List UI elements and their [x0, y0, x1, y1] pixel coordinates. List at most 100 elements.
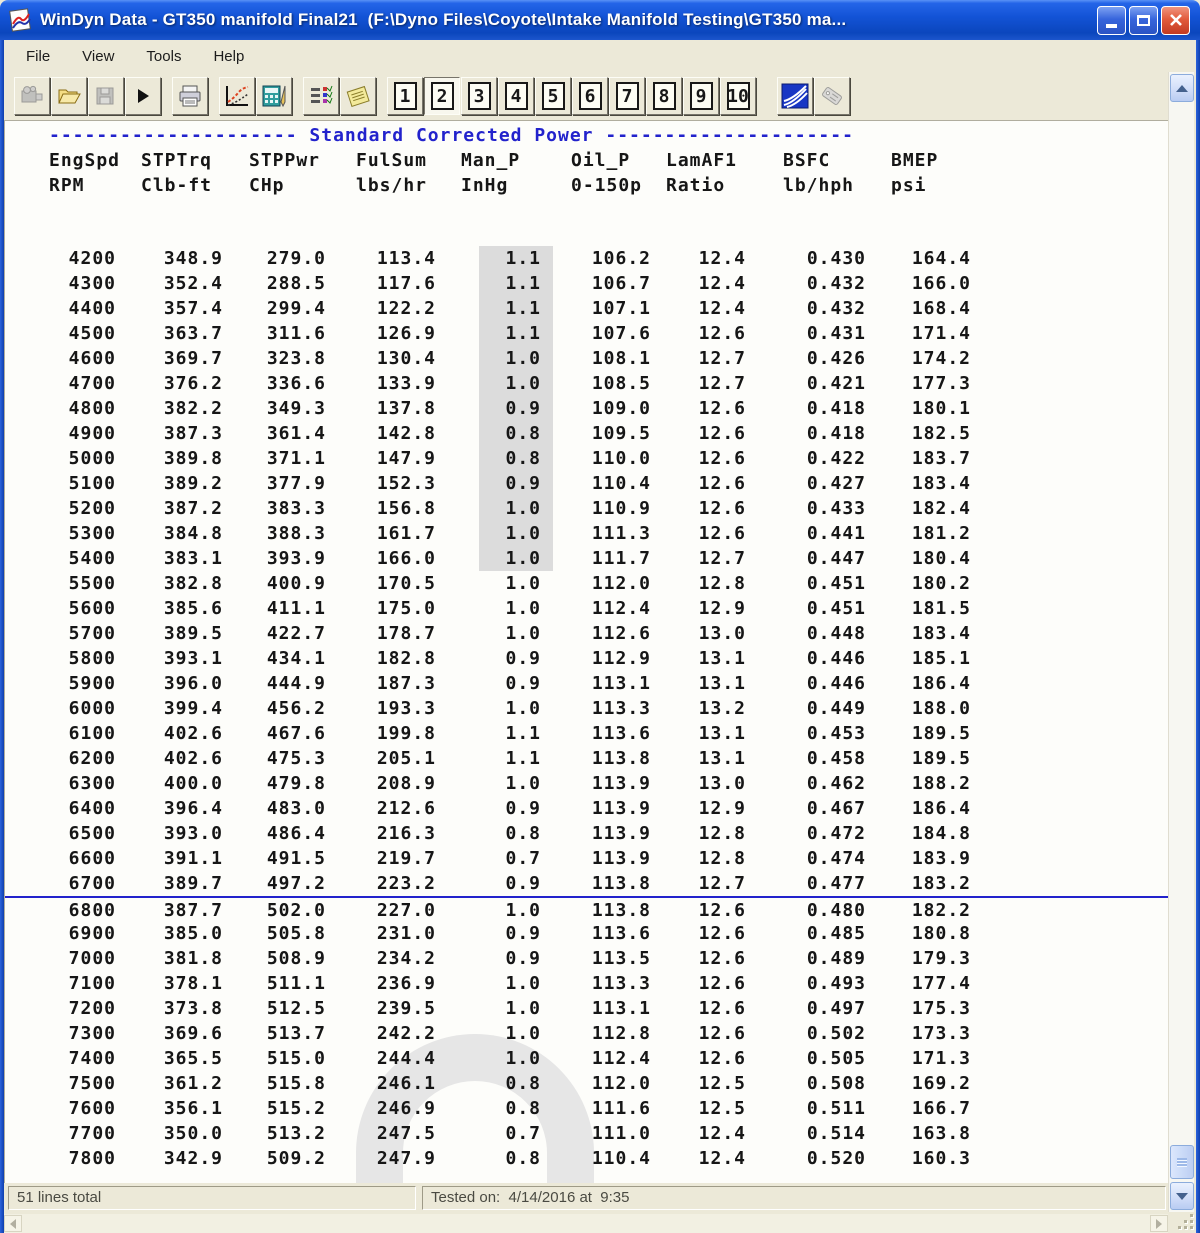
page-button-8[interactable]: 8: [646, 77, 682, 115]
table-row-5300[interactable]: 5300 384.8 388.3 161.7 1.0 111.3 12.6 0.441 181.…: [5, 521, 1168, 546]
scroll-right-button[interactable]: [1150, 1215, 1168, 1232]
table-row-5700[interactable]: 5700 389.5 422.7 178.7 1.0 112.6 13.0 0.448 183.…: [5, 621, 1168, 646]
menu-help[interactable]: Help: [201, 44, 256, 69]
tag-button[interactable]: [814, 77, 850, 115]
table-row-6100[interactable]: 6100 402.6 467.6 199.8 1.1 113.6 13.1 0.453 189.…: [5, 721, 1168, 746]
table-row-4400[interactable]: 4400 357.4 299.4 122.2 1.1 107.1 12.4 0.432 168.…: [5, 296, 1168, 321]
page-button-7[interactable]: 7: [609, 77, 645, 115]
table-row-7400[interactable]: 7400 365.5 515.0 244.4 1.0 112.4 12.6 0.505 171.…: [5, 1046, 1168, 1071]
notes-button[interactable]: [340, 77, 376, 115]
table-row-5600[interactable]: 5600 385.6 411.1 175.0 1.0 112.4 12.9 0.451 181.…: [5, 596, 1168, 621]
cell-Man_P: 1.0: [505, 598, 541, 619]
page-button-4[interactable]: 4: [498, 77, 534, 115]
table-row-5400[interactable]: 5400 383.1 393.9 166.0 1.0 111.7 12.7 0.447 180.…: [5, 546, 1168, 571]
table-row-7300[interactable]: 7300 369.6 513.7 242.2 1.0 112.8 12.6 0.502 173.…: [5, 1021, 1168, 1046]
new-test-button[interactable]: [14, 77, 50, 115]
vertical-scroll-thumb[interactable]: [1170, 1145, 1194, 1179]
cell-BMEP: 189.5: [911, 723, 971, 744]
cell-FulSum: 178.7: [376, 623, 436, 644]
superflow-graph-button[interactable]: [777, 77, 813, 115]
table-row-4700[interactable]: 4700 376.2 336.6 133.9 1.0 108.5 12.7 0.421 177.…: [5, 371, 1168, 396]
cell-EngSpd: 4900: [68, 423, 116, 444]
close-button[interactable]: [1161, 5, 1190, 35]
table-row-6900[interactable]: 6900 385.0 505.8 231.0 0.9 113.6 12.6 0.485 180.…: [5, 921, 1168, 946]
menu-view[interactable]: View: [70, 44, 126, 69]
table-row-7600[interactable]: 7600 356.1 515.2 246.9 0.8 111.6 12.5 0.511 166.…: [5, 1096, 1168, 1121]
cell-STPPwr: 467.6: [266, 723, 326, 744]
page-button-10[interactable]: 10: [720, 77, 756, 115]
menu-tools[interactable]: Tools: [134, 44, 193, 69]
run-button[interactable]: [125, 77, 161, 115]
cell-FulSum: 193.3: [376, 698, 436, 719]
table-row-6600[interactable]: 6600 391.1 491.5 219.7 0.7 113.9 12.8 0.474 183.…: [5, 846, 1168, 871]
edit-data-button[interactable]: [256, 77, 292, 115]
table-row-6300[interactable]: 6300 400.0 479.8 208.9 1.0 113.9 13.0 0.462 188.…: [5, 771, 1168, 796]
table-row-5800[interactable]: 5800 393.1 434.1 182.8 0.9 112.9 13.1 0.446 185.…: [5, 646, 1168, 671]
print-button[interactable]: [172, 77, 208, 115]
graph-button[interactable]: [219, 77, 255, 115]
vertical-scrollbar[interactable]: [1168, 72, 1194, 1212]
table-row-4900[interactable]: 4900 387.3 361.4 142.8 0.8 109.5 12.6 0.418 182.…: [5, 421, 1168, 446]
table-row-6400[interactable]: 6400 396.4 483.0 212.6 0.9 113.9 12.9 0.467 186.…: [5, 796, 1168, 821]
test-list-button[interactable]: [303, 77, 339, 115]
cell-BSFC: 0.458: [806, 748, 866, 769]
page-button-1[interactable]: 1: [387, 77, 423, 115]
table-row-6500[interactable]: 6500 393.0 486.4 216.3 0.8 113.9 12.8 0.472 184.…: [5, 821, 1168, 846]
table-row-4600[interactable]: 4600 369.7 323.8 130.4 1.0 108.1 12.7 0.426 174.…: [5, 346, 1168, 371]
table-row-6000[interactable]: 6000 399.4 456.2 193.3 1.0 113.3 13.2 0.449 188.…: [5, 696, 1168, 721]
page-button-5[interactable]: 5: [535, 77, 571, 115]
window-controls: [1097, 5, 1190, 35]
cell-LamAF1: 12.6: [698, 948, 746, 969]
table-row-7500[interactable]: 7500 361.2 515.8 246.1 0.8 112.0 12.5 0.508 169.…: [5, 1071, 1168, 1096]
page-button-6[interactable]: 6: [572, 77, 608, 115]
maximize-button[interactable]: [1129, 5, 1158, 35]
resize-grip[interactable]: [1172, 1214, 1196, 1232]
scroll-left-button[interactable]: [4, 1215, 22, 1232]
horizontal-scrollbar[interactable]: [4, 1214, 1168, 1233]
table-row-7800[interactable]: 7800 342.9 509.2 247.9 0.8 110.4 12.4 0.520 160.…: [5, 1146, 1168, 1171]
table-row-6800[interactable]: 6800 387.7 502.0 227.0 1.0 113.8 12.6 0.480 182.…: [5, 896, 1168, 921]
cell-LamAF1: 12.8: [698, 823, 746, 844]
cell-LamAF1: 12.7: [698, 873, 746, 894]
minimize-button[interactable]: [1097, 5, 1126, 35]
table-row-4800[interactable]: 4800 382.2 349.3 137.8 0.9 109.0 12.6 0.418 180.…: [5, 396, 1168, 421]
page-button-2[interactable]: 2: [424, 77, 460, 115]
table-row-5000[interactable]: 5000 389.8 371.1 147.9 0.8 110.0 12.6 0.422 183.…: [5, 446, 1168, 471]
table-row-4300[interactable]: 4300 352.4 288.5 117.6 1.1 106.7 12.4 0.432 166.…: [5, 271, 1168, 296]
superflow-graph-icon: [781, 83, 809, 109]
page-button-9[interactable]: 9: [683, 77, 719, 115]
cell-STPPwr: 434.1: [266, 648, 326, 669]
table-row-5100[interactable]: 5100 389.2 377.9 152.3 0.9 110.4 12.6 0.427 183.…: [5, 471, 1168, 496]
cell-FulSum: 187.3: [376, 673, 436, 694]
cell-Oil_P: 113.5: [591, 948, 651, 969]
table-row-6700[interactable]: 6700 389.7 497.2 223.2 0.9 113.8 12.7 0.477 183.…: [5, 871, 1168, 896]
open-button[interactable]: [51, 77, 87, 115]
cell-STPTrq: 393.1: [163, 648, 223, 669]
cell-Man_P: 0.8: [505, 1148, 541, 1169]
table-row-5200[interactable]: 5200 387.2 383.3 156.8 1.0 110.9 12.6 0.433 182.…: [5, 496, 1168, 521]
cell-STPPwr: 497.2: [266, 873, 326, 894]
scroll-down-button[interactable]: [1170, 1182, 1194, 1210]
cell-FulSum: 234.2: [376, 948, 436, 969]
table-row-5900[interactable]: 5900 396.0 444.9 187.3 0.9 113.1 13.1 0.446 186.…: [5, 671, 1168, 696]
scroll-up-button[interactable]: [1170, 74, 1194, 102]
cell-Man_P: 0.8: [505, 1073, 541, 1094]
menu-file[interactable]: File: [14, 44, 62, 69]
table-row-7700[interactable]: 7700 350.0 513.2 247.5 0.7 111.0 12.4 0.514 163.…: [5, 1121, 1168, 1146]
save-button[interactable]: [88, 77, 124, 115]
table-row-4500[interactable]: 4500 363.7 311.6 126.9 1.1 107.6 12.6 0.431 171.…: [5, 321, 1168, 346]
cell-BSFC: 0.497: [806, 998, 866, 1019]
table-row-4200[interactable]: 4200 348.9 279.0 113.4 1.1 106.2 12.4 0.430 164.…: [5, 246, 1168, 271]
cell-BSFC: 0.446: [806, 648, 866, 669]
page-button-3[interactable]: 3: [461, 77, 497, 115]
cell-EngSpd: 6800: [68, 900, 116, 921]
table-row-6200[interactable]: 6200 402.6 475.3 205.1 1.1 113.8 13.1 0.458 189.…: [5, 746, 1168, 771]
cell-LamAF1: 13.0: [698, 623, 746, 644]
table-row-7100[interactable]: 7100 378.1 511.1 236.9 1.0 113.3 12.6 0.493 177.…: [5, 971, 1168, 996]
cell-Man_P: 1.1: [505, 723, 541, 744]
table-row-7000[interactable]: 7000 381.8 508.9 234.2 0.9 113.5 12.6 0.489 179.…: [5, 946, 1168, 971]
title-bar[interactable]: WinDyn Data - GT350 manifold Final21 (F:…: [0, 0, 1200, 40]
table-row-5500[interactable]: 5500 382.8 400.9 170.5 1.0 112.0 12.8 0.451 180.…: [5, 571, 1168, 596]
cell-FulSum: 231.0: [376, 923, 436, 944]
table-row-7200[interactable]: 7200 373.8 512.5 239.5 1.0 113.1 12.6 0.497 175.…: [5, 996, 1168, 1021]
